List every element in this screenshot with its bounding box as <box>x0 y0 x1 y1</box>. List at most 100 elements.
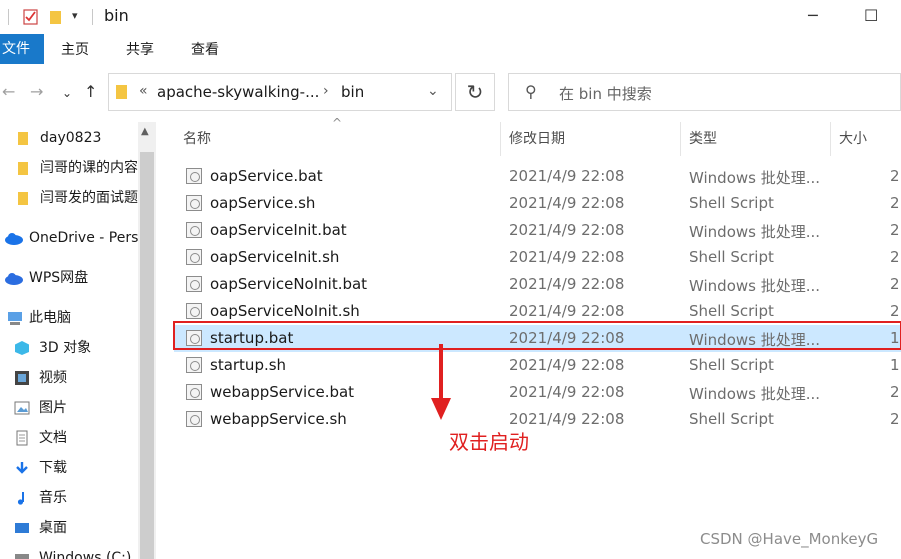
column-divider[interactable] <box>500 122 501 156</box>
file-date: 2021/4/9 22:08 <box>509 356 625 374</box>
nav-item-music[interactable]: 音乐 <box>0 484 140 512</box>
nav-item-label: 文档 <box>39 430 67 446</box>
minimize-icon[interactable]: ─ <box>808 6 818 25</box>
file-size: 2 <box>890 248 900 266</box>
nav-item-wps[interactable]: WPS网盘 <box>0 264 140 292</box>
file-name: startup.sh <box>210 356 287 374</box>
chevron-down-icon[interactable]: ⌄ <box>427 83 439 99</box>
nav-item-documents[interactable]: 文档 <box>0 424 140 452</box>
file-name: oapService.bat <box>210 167 323 185</box>
nav-item-folder[interactable]: 闫哥的课的内容 <box>0 154 140 182</box>
breadcrumb-segment[interactable]: apache-skywalking-... <box>157 83 319 101</box>
file-row[interactable]: oapService.bat 2021/4/9 22:08 Windows 批处… <box>174 163 901 190</box>
file-row[interactable]: startup.sh 2021/4/9 22:08 Shell Script 1 <box>174 352 901 379</box>
breadcrumb-segment[interactable]: bin <box>341 83 364 101</box>
file-size: 2 <box>890 410 900 428</box>
divider <box>92 9 93 25</box>
nav-item-onedrive[interactable]: OneDrive - Personal <box>0 224 140 252</box>
nav-item-3d[interactable]: 3D 对象 <box>0 334 140 362</box>
nav-item-downloads[interactable]: 下载 <box>0 454 140 482</box>
file-size: 1 <box>890 356 900 374</box>
address-bar[interactable]: « apache-skywalking-... › bin ⌄ <box>108 73 452 111</box>
search-placeholder: 在 bin 中搜索 <box>559 85 652 103</box>
file-row[interactable]: webappService.sh 2021/4/9 22:08 Shell Sc… <box>174 406 901 433</box>
file-type: Shell Script <box>689 410 774 428</box>
column-header-type[interactable]: 类型 <box>689 122 717 156</box>
file-date: 2021/4/9 22:08 <box>509 302 625 320</box>
nav-item-desktop[interactable]: 桌面 <box>0 514 140 542</box>
download-icon <box>16 462 28 474</box>
highlight-box <box>173 321 901 350</box>
column-divider[interactable] <box>830 122 831 156</box>
tab-share[interactable]: 共享 <box>126 34 154 64</box>
script-file-icon <box>186 276 202 292</box>
file-size: 2 <box>890 275 900 293</box>
file-row[interactable]: oapServiceNoInit.bat 2021/4/9 22:08 Wind… <box>174 271 901 298</box>
overflow-icon[interactable]: « <box>139 83 148 99</box>
nav-item-label: 闫哥发的面试题 <box>40 190 138 206</box>
cube-icon <box>15 341 29 355</box>
recent-locations-icon[interactable]: ⌄ <box>62 86 72 100</box>
file-type: Windows 批处理... <box>689 169 821 187</box>
file-size: 2 <box>890 194 900 212</box>
file-date: 2021/4/9 22:08 <box>509 221 625 239</box>
file-name: oapServiceInit.bat <box>210 221 347 239</box>
script-file-icon <box>186 303 202 319</box>
nav-item-label: 桌面 <box>39 520 67 536</box>
picture-icon <box>14 401 30 415</box>
nav-item-folder[interactable]: day0823 <box>0 124 140 152</box>
script-file-icon <box>186 357 202 373</box>
search-input[interactable]: ⚲ 在 bin 中搜索 <box>508 73 901 111</box>
file-row[interactable]: webappService.bat 2021/4/9 22:08 Windows… <box>174 379 901 406</box>
file-date: 2021/4/9 22:08 <box>509 410 625 428</box>
chevron-right-icon[interactable]: › <box>323 83 329 99</box>
search-icon: ⚲ <box>525 82 537 101</box>
nav-item-label: 3D 对象 <box>39 340 92 356</box>
nav-item-videos[interactable]: 视频 <box>0 364 140 392</box>
customize-dropdown-icon[interactable]: ▾ <box>72 9 90 27</box>
file-row[interactable]: oapServiceInit.sh 2021/4/9 22:08 Shell S… <box>174 244 901 271</box>
folder-icon <box>18 192 28 205</box>
nav-item-drive-c[interactable]: Windows (C:) <box>0 544 140 559</box>
properties-icon[interactable] <box>22 8 40 26</box>
tab-home[interactable]: 主页 <box>61 34 89 64</box>
tab-view[interactable]: 查看 <box>191 34 219 64</box>
window-title: bin <box>104 6 129 25</box>
script-file-icon <box>186 222 202 238</box>
nav-item-label: 音乐 <box>39 490 67 506</box>
up-icon[interactable]: ↑ <box>84 82 97 101</box>
nav-item-label: Windows (C:) <box>39 550 132 559</box>
nav-item-this-pc[interactable]: 此电脑 <box>0 304 140 332</box>
back-icon[interactable]: ← <box>2 82 15 101</box>
file-type: Windows 批处理... <box>689 277 821 295</box>
file-date: 2021/4/9 22:08 <box>509 383 625 401</box>
scroll-thumb[interactable] <box>140 152 154 559</box>
nav-item-pictures[interactable]: 图片 <box>0 394 140 422</box>
column-header-date[interactable]: 修改日期 <box>509 122 565 156</box>
scroll-up-icon[interactable]: ▲ <box>141 126 149 137</box>
file-size: 2 <box>890 221 900 239</box>
maximize-icon[interactable]: ☐ <box>864 6 878 25</box>
file-row[interactable]: oapService.sh 2021/4/9 22:08 Shell Scrip… <box>174 190 901 217</box>
cloud-icon <box>5 233 23 245</box>
nav-item-folder[interactable]: 闫哥发的面试题 <box>0 184 140 212</box>
new-folder-icon[interactable] <box>48 8 66 26</box>
script-file-icon <box>186 411 202 427</box>
nav-scrollbar[interactable]: ▲ <box>138 122 156 559</box>
file-date: 2021/4/9 22:08 <box>509 194 625 212</box>
file-row[interactable]: oapServiceInit.bat 2021/4/9 22:08 Window… <box>174 217 901 244</box>
nav-item-label: 此电脑 <box>29 310 71 326</box>
drive-icon <box>15 554 29 559</box>
file-type: Windows 批处理... <box>689 385 821 403</box>
forward-icon[interactable]: → <box>30 82 43 101</box>
column-divider[interactable] <box>680 122 681 156</box>
navigation-pane: day0823 闫哥的课的内容 闫哥发的面试题 OneDrive - Perso… <box>0 122 156 559</box>
file-type: Shell Script <box>689 356 774 374</box>
refresh-button[interactable]: ↻ <box>455 73 495 111</box>
column-header-size[interactable]: 大小 <box>839 122 867 156</box>
tab-file[interactable]: 文件 <box>0 34 44 64</box>
column-header-name[interactable]: 名称 <box>183 122 211 156</box>
file-date: 2021/4/9 22:08 <box>509 275 625 293</box>
script-file-icon <box>186 249 202 265</box>
annotation-arrow <box>439 344 443 402</box>
